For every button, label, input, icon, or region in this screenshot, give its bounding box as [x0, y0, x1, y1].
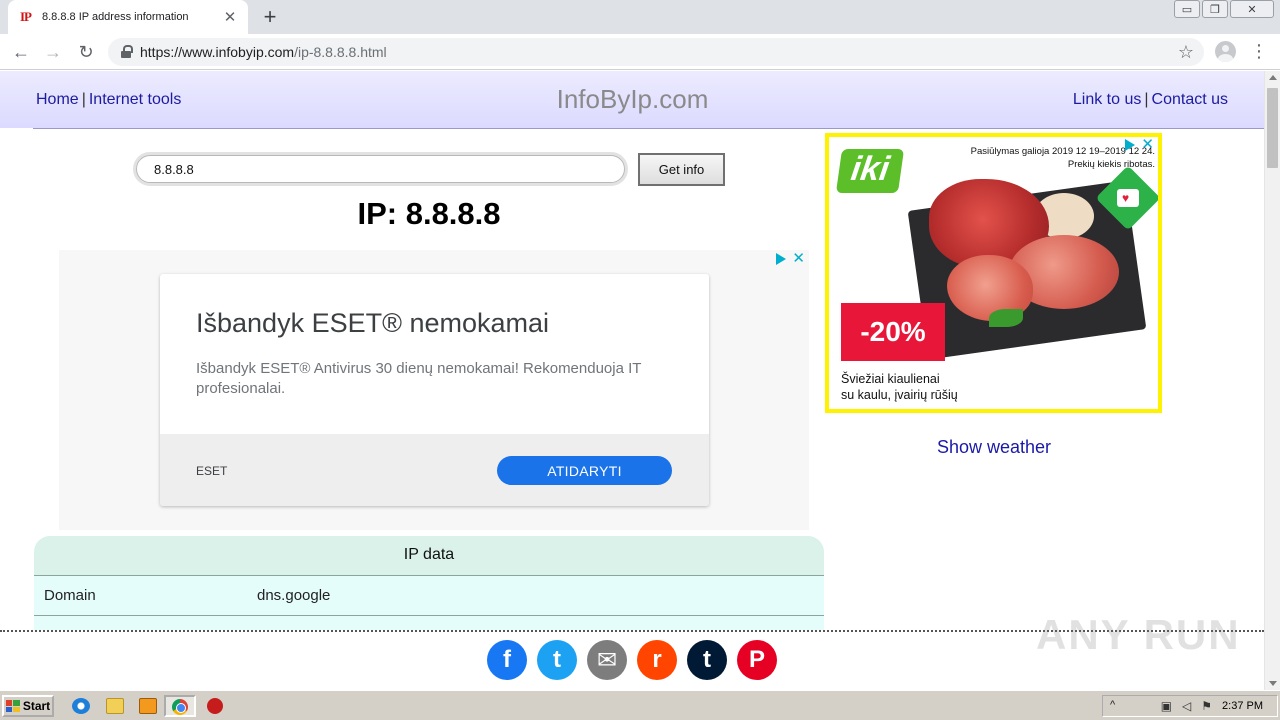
twitter-icon[interactable]: t	[537, 640, 577, 680]
nav-contact-us-link[interactable]: Contact us	[1152, 91, 1228, 108]
windows-taskbar: Start ^ ▣ ◁ ⚑ 2:37 PM	[0, 690, 1280, 720]
scroll-up-icon[interactable]	[1269, 75, 1277, 80]
chrome-icon	[172, 699, 188, 715]
ad-choices-icon[interactable]	[1125, 139, 1136, 151]
ad-close-icon[interactable]: ✕	[792, 251, 805, 266]
get-info-button[interactable]: Get info	[638, 153, 725, 186]
tab-title: 8.8.8.8 IP address information	[42, 11, 189, 23]
iki-discount-badge: -20%	[841, 303, 945, 361]
show-weather-link[interactable]: Show weather	[900, 437, 1088, 458]
share-icons: f t ✉ r t P	[487, 640, 777, 680]
iki-ad-caption-line: su kaulu, įvairių rūšių	[841, 388, 958, 402]
minimize-button[interactable]: ▭	[1174, 0, 1200, 18]
eset-ad-footer: ESET ATIDARYTI	[160, 434, 709, 506]
ip-heading: IP: 8.8.8.8	[357, 196, 501, 231]
profile-avatar-icon[interactable]	[1215, 41, 1236, 62]
scroll-down-icon[interactable]	[1269, 681, 1277, 686]
eset-ad-brand: ESET	[196, 464, 228, 478]
site-favicon-icon: IP	[20, 9, 32, 24]
iki-logo: iki	[835, 149, 905, 193]
system-tray: ▣ ◁ ⚑ 2:37 PM	[1102, 695, 1278, 717]
reddit-icon[interactable]: r	[637, 640, 677, 680]
iki-ad[interactable]: iki Pasiūlymas galioja 2019 12 19–2019 1…	[825, 133, 1162, 413]
anyrun-watermark: ANY RUN	[1036, 611, 1241, 658]
lock-icon[interactable]	[120, 45, 134, 59]
url-text: https://www.infobyip.com/ip-8.8.8.8.html	[140, 44, 387, 60]
ad-choices[interactable]: ✕	[776, 251, 805, 266]
stop-sign-icon[interactable]	[207, 698, 223, 714]
eset-ad[interactable]: ✕ Išbandyk ESET® nemokamai Išbandyk ESET…	[59, 250, 809, 530]
volume-icon[interactable]: ◁	[1182, 699, 1191, 713]
back-button[interactable]: ←	[8, 39, 34, 65]
forward-button[interactable]: →	[40, 39, 66, 65]
table-cell-key: Domain	[44, 587, 96, 604]
folder-icon[interactable]	[106, 698, 124, 714]
url-host: https://www.infobyip.com	[140, 44, 295, 60]
reload-button[interactable]: ↻	[73, 39, 99, 65]
page-scrollbar[interactable]	[1264, 71, 1280, 690]
iki-ad-caption-line: Šviežiai kiaulienai	[841, 372, 940, 386]
taskbar-chrome-button[interactable]	[164, 695, 196, 717]
table-row: Domain dns.google	[34, 576, 824, 616]
site-header: Home | Internet tools InfoByIp.com Link to…	[0, 71, 1264, 128]
email-icon[interactable]: ✉	[587, 640, 627, 680]
scroll-thumb[interactable]	[1267, 88, 1278, 168]
header-nav-left: Home | Internet tools	[36, 91, 181, 109]
nav-separator: |	[1144, 91, 1149, 108]
eset-open-button[interactable]: ATIDARYTI	[497, 456, 672, 485]
eset-ad-title[interactable]: Išbandyk ESET® nemokamai	[196, 308, 549, 339]
facebook-icon[interactable]: f	[487, 640, 527, 680]
browser-toolbar: ← → ↻ https://www.infobyip.com/ip-8.8.8.…	[0, 34, 1280, 70]
pinterest-icon[interactable]: P	[737, 640, 777, 680]
flag-icon[interactable]: ⚑	[1201, 699, 1212, 713]
tumblr-icon[interactable]: t	[687, 640, 727, 680]
windows-logo-icon	[5, 700, 20, 712]
web-page: Home | Internet tools InfoByIp.com Link to…	[0, 71, 1264, 690]
browser-tab[interactable]: IP 8.8.8.8 IP address information ✕	[8, 0, 248, 34]
header-nav-right: Link to us | Contact us	[1073, 91, 1228, 109]
iki-ad-promo-line: Pasiūlymas galioja 2019 12 19–2019 12 24…	[970, 146, 1155, 157]
taskbar-clock[interactable]: 2:37 PM	[1222, 700, 1263, 712]
window-controls: ▭ ❐ ✕	[1174, 0, 1274, 18]
window-close-button[interactable]: ✕	[1230, 0, 1274, 18]
start-label: Start	[22, 699, 51, 713]
iki-ad-caption: Šviežiai kiaulienai su kaulu, įvairių rū…	[841, 371, 958, 403]
address-bar[interactable]: https://www.infobyip.com/ip-8.8.8.8.html…	[108, 38, 1204, 66]
browser-menu-icon[interactable]: ⋮	[1250, 40, 1268, 64]
ad-choices-icon[interactable]	[776, 253, 787, 265]
header-divider	[33, 128, 1264, 129]
restore-button[interactable]: ❐	[1202, 0, 1228, 18]
table-cell-value: dns.google	[257, 587, 331, 604]
new-tab-button[interactable]: +	[258, 3, 282, 31]
tab-bar: IP 8.8.8.8 IP address information ✕ + ▭ …	[0, 0, 1280, 34]
nav-internet-tools-link[interactable]: Internet tools	[89, 91, 182, 108]
ip-search-input[interactable]	[136, 155, 625, 183]
iki-ad-promo-line: Prekių kiekis ribotas.	[1067, 159, 1155, 170]
start-button[interactable]: Start	[2, 695, 54, 717]
heart-icon: ♥	[1122, 191, 1130, 205]
ip-data-table-header: IP data	[34, 536, 824, 576]
ad-close-icon[interactable]: ✕	[1141, 137, 1154, 152]
network-icon[interactable]: ▣	[1161, 699, 1172, 713]
nav-home-link[interactable]: Home	[36, 91, 79, 108]
iki-ad-leaf-image	[989, 309, 1023, 327]
url-path: /ip-8.8.8.8.html	[294, 44, 387, 60]
eset-ad-card[interactable]: Išbandyk ESET® nemokamai Išbandyk ESET® …	[160, 274, 709, 506]
nav-separator: |	[81, 91, 86, 108]
eset-ad-description: Išbandyk ESET® Antivirus 30 dienų nemoka…	[196, 360, 642, 397]
iki-ad-promo-text: Pasiūlymas galioja 2019 12 19–2019 12 24…	[937, 145, 1155, 171]
bookmark-star-icon[interactable]: ☆	[1178, 42, 1194, 63]
ad-choices[interactable]: ✕	[1125, 137, 1154, 152]
site-title[interactable]: InfoByIp.com	[540, 84, 725, 115]
tab-close-icon[interactable]: ✕	[222, 8, 238, 26]
nav-link-to-us-link[interactable]: Link to us	[1073, 91, 1141, 108]
ip-search-field-wrapper	[133, 152, 628, 186]
media-player-icon[interactable]	[139, 698, 157, 714]
internet-explorer-icon[interactable]	[72, 698, 90, 714]
